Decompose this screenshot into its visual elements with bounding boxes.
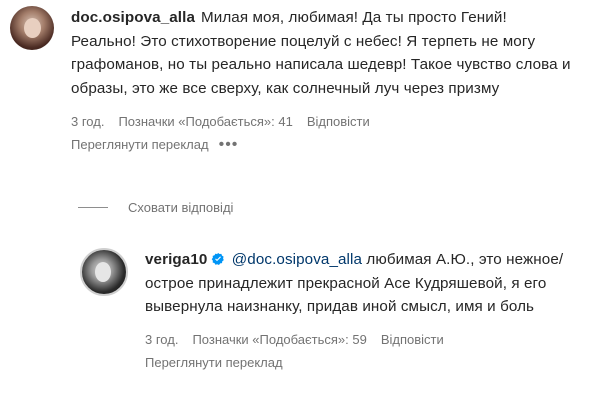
comment: doc.osipova_alla Милая моя, любимая! Да т… [10, 6, 590, 152]
avatar-face [95, 262, 111, 282]
hide-replies-button[interactable]: Сховати відповіді [78, 200, 233, 215]
reply-time[interactable]: 3 год. [145, 332, 178, 347]
divider-line [78, 207, 108, 208]
reply-meta: 3 год. Позначки «Подобається»: 59 Відпов… [145, 332, 577, 347]
comment-username[interactable]: doc.osipova_alla [71, 9, 195, 26]
reply-mention[interactable]: @doc.osipova_alla [232, 251, 362, 268]
comment-translate-row: Переглянути переклад ••• [71, 136, 571, 152]
avatar[interactable] [80, 248, 128, 296]
comment-meta: 3 год. Позначки «Подобається»: 41 Відпов… [71, 114, 571, 129]
reply-translate-row: Переглянути переклад [145, 355, 577, 370]
avatar[interactable] [10, 6, 54, 50]
avatar-face [24, 18, 41, 38]
reply-translate-button[interactable]: Переглянути переклад [145, 355, 283, 370]
comment-likes[interactable]: Позначки «Подобається»: 41 [118, 114, 292, 129]
comment-translate-button[interactable]: Переглянути переклад [71, 137, 209, 152]
comment-text-block: doc.osipova_alla Милая моя, любимая! Да т… [71, 6, 571, 100]
reply-body: veriga10 @doc.osipova_alla любимая А.Ю.,… [145, 248, 577, 370]
reply-text-block: veriga10 @doc.osipova_alla любимая А.Ю.,… [145, 248, 577, 319]
more-options-icon[interactable]: ••• [219, 136, 239, 152]
hide-replies-label: Сховати відповіді [128, 200, 234, 215]
verified-badge-icon [212, 252, 225, 265]
comment-reply-button[interactable]: Відповісти [307, 114, 370, 129]
comment-body: doc.osipova_alla Милая моя, любимая! Да т… [71, 6, 571, 152]
reply-comment: veriga10 @doc.osipova_alla любимая А.Ю.,… [80, 248, 590, 370]
reply-likes[interactable]: Позначки «Подобається»: 59 [192, 332, 366, 347]
reply-reply-button[interactable]: Відповісти [381, 332, 444, 347]
comment-time[interactable]: 3 год. [71, 114, 104, 129]
reply-username[interactable]: veriga10 [145, 251, 207, 268]
